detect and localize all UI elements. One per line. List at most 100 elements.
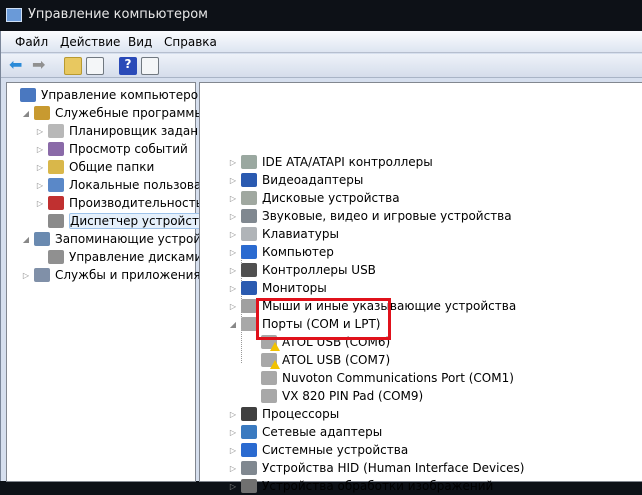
menu-file[interactable]: Файл bbox=[15, 35, 48, 49]
window-frame: Файл Действие Вид Справка ⬅ ➡ ? Управлен… bbox=[0, 31, 642, 493]
expand-arrow-icon[interactable]: ▷ bbox=[228, 284, 238, 293]
console-tree: Управление компьютером (л ◢ Служебные прог… bbox=[6, 82, 223, 482]
console-tree-item[interactable]: ◢ Служебные программы bbox=[21, 104, 204, 122]
device-icon bbox=[241, 407, 257, 421]
console-tree-item[interactable]: Управление компьютером (л bbox=[7, 86, 223, 104]
device-icon bbox=[48, 250, 64, 264]
expand-arrow-icon[interactable]: ▷ bbox=[228, 446, 238, 455]
expand-arrow-icon[interactable]: ▷ bbox=[35, 181, 45, 190]
console-tree-label: Диспетчер устройств bbox=[69, 213, 211, 229]
expand-arrow-icon[interactable]: ◢ bbox=[228, 320, 238, 329]
device-tree-label: Дисковые устройства bbox=[262, 191, 400, 205]
console-tree-item[interactable]: ▷ Просмотр событий bbox=[35, 140, 188, 158]
device-tree-item[interactable]: ATOL USB (COM7) bbox=[248, 351, 390, 369]
device-tree-item[interactable]: ▷ Компьютер bbox=[228, 243, 334, 261]
device-tree-label: Клавиатуры bbox=[262, 227, 339, 241]
expand-arrow-icon[interactable]: ▷ bbox=[35, 163, 45, 172]
expand-arrow-icon[interactable]: ▷ bbox=[228, 482, 238, 491]
device-tree-label: Видеоадаптеры bbox=[262, 173, 364, 187]
back-arrow-icon[interactable]: ⬅ bbox=[9, 57, 27, 75]
console-tree-item[interactable]: Управление дисками bbox=[35, 248, 202, 266]
device-icon bbox=[241, 191, 257, 205]
device-tree-item[interactable]: ▷ Устройства обработки изображений bbox=[228, 477, 493, 495]
device-icon bbox=[241, 155, 257, 169]
device-icon bbox=[241, 173, 257, 187]
device-tree-item[interactable]: ▷ Системные устройства bbox=[228, 441, 408, 459]
device-tree-label: Компьютер bbox=[262, 245, 334, 259]
console-tree-label: Управление дисками bbox=[69, 250, 203, 264]
menu-help[interactable]: Справка bbox=[164, 35, 217, 49]
device-icon bbox=[34, 268, 50, 282]
console-tree-item[interactable]: ▷ Общие папки bbox=[35, 158, 154, 176]
menu-action[interactable]: Действие bbox=[60, 35, 120, 49]
show-action-pane-icon[interactable] bbox=[141, 57, 159, 75]
expand-arrow-icon[interactable]: ▷ bbox=[228, 158, 238, 167]
device-icon bbox=[241, 281, 257, 295]
device-tree-item[interactable]: ▷ Сетевые адаптеры bbox=[228, 423, 382, 441]
device-icon bbox=[261, 371, 277, 385]
device-tree-item[interactable]: ▷ Видеоадаптеры bbox=[228, 171, 363, 189]
device-icon bbox=[20, 88, 36, 102]
device-tree-item[interactable]: ▷ Мониторы bbox=[228, 279, 327, 297]
expand-arrow-icon[interactable]: ▷ bbox=[35, 145, 45, 154]
expand-arrow-icon[interactable]: ◢ bbox=[21, 109, 31, 118]
device-icon bbox=[241, 443, 257, 457]
device-tree-label: Сетевые адаптеры bbox=[262, 425, 383, 439]
expand-arrow-icon[interactable]: ▷ bbox=[35, 127, 45, 136]
device-icon bbox=[48, 178, 64, 192]
device-tree-label: ATOL USB (COM7) bbox=[282, 353, 391, 367]
device-tree-item[interactable]: ▷ IDE ATA/ATAPI контроллеры bbox=[228, 153, 433, 171]
title-bar: Управление компьютером bbox=[0, 0, 642, 31]
console-tree-item[interactable]: ◢ Запоминающие устройст bbox=[21, 230, 215, 248]
console-tree-label: Службы и приложения bbox=[55, 268, 201, 282]
console-tree-label: Планировщик заданий bbox=[69, 124, 214, 138]
expand-arrow-icon[interactable]: ▷ bbox=[228, 266, 238, 275]
console-tree-item[interactable]: ▷ Производительность bbox=[35, 194, 203, 212]
device-icon bbox=[241, 245, 257, 259]
device-tree-label: IDE ATA/ATAPI контроллеры bbox=[262, 155, 433, 169]
help-icon[interactable]: ? bbox=[119, 57, 137, 75]
menu-view[interactable]: Вид bbox=[128, 35, 152, 49]
device-tree-item[interactable]: ▷ Дисковые устройства bbox=[228, 189, 400, 207]
device-tree-item[interactable]: ▷ Звуковые, видео и игровые устройства bbox=[228, 207, 512, 225]
console-tree-item[interactable]: ▷ Планировщик заданий bbox=[35, 122, 214, 140]
expand-arrow-icon[interactable]: ▷ bbox=[21, 271, 31, 280]
console-tree-item[interactable]: ▷ Локальные пользовате bbox=[35, 176, 216, 194]
device-tree-item[interactable]: ▷ Контроллеры USB bbox=[228, 261, 376, 279]
toolbar: ⬅ ➡ ? bbox=[1, 54, 642, 78]
expand-arrow-icon[interactable]: ▷ bbox=[228, 410, 238, 419]
up-folder-icon[interactable] bbox=[64, 57, 82, 75]
forward-arrow-icon[interactable]: ➡ bbox=[32, 57, 50, 75]
device-tree-label: Устройства HID (Human Interface Devices) bbox=[262, 461, 525, 475]
highlight-box bbox=[256, 298, 391, 340]
console-tree-label: Просмотр событий bbox=[69, 142, 188, 156]
expand-arrow-icon[interactable]: ▷ bbox=[228, 194, 238, 203]
console-tree-item[interactable]: Диспетчер устройств bbox=[35, 212, 211, 230]
device-tree-item[interactable]: VX 820 PIN Pad (COM9) bbox=[248, 387, 423, 405]
device-icon bbox=[241, 425, 257, 439]
device-icon bbox=[34, 232, 50, 246]
device-icon bbox=[241, 317, 257, 331]
expand-arrow-icon[interactable]: ▷ bbox=[228, 428, 238, 437]
device-tree-item[interactable]: ▷ Клавиатуры bbox=[228, 225, 339, 243]
device-icon bbox=[241, 263, 257, 277]
expand-arrow-icon[interactable]: ◢ bbox=[21, 235, 31, 244]
device-tree-label: Устройства обработки изображений bbox=[262, 479, 494, 493]
expand-arrow-icon[interactable]: ▷ bbox=[228, 464, 238, 473]
device-warning-icon bbox=[261, 353, 280, 369]
device-tree-item[interactable]: Nuvoton Communications Port (COM1) bbox=[248, 369, 514, 387]
device-tree-item[interactable]: ▷ Процессоры bbox=[228, 405, 339, 423]
window-title: Управление компьютером bbox=[28, 7, 208, 22]
expand-arrow-icon[interactable]: ▷ bbox=[228, 248, 238, 257]
console-tree-label: Запоминающие устройст bbox=[55, 232, 215, 246]
expand-arrow-icon[interactable]: ▷ bbox=[228, 302, 238, 311]
console-tree-item[interactable]: ▷ Службы и приложения bbox=[21, 266, 201, 284]
expand-arrow-icon[interactable]: ▷ bbox=[228, 212, 238, 221]
expand-arrow-icon[interactable]: ▷ bbox=[228, 230, 238, 239]
expand-arrow-icon[interactable]: ▷ bbox=[35, 199, 45, 208]
device-tree-item[interactable]: ▷ Устройства HID (Human Interface Devices… bbox=[228, 459, 524, 477]
device-manager-pane: ▷ IDE ATA/ATAPI контроллеры ▷ Видеоадаптеры… bbox=[199, 82, 642, 493]
show-hide-tree-icon[interactable] bbox=[86, 57, 104, 75]
device-tree-label: VX 820 PIN Pad (COM9) bbox=[282, 389, 424, 403]
expand-arrow-icon[interactable]: ▷ bbox=[228, 176, 238, 185]
